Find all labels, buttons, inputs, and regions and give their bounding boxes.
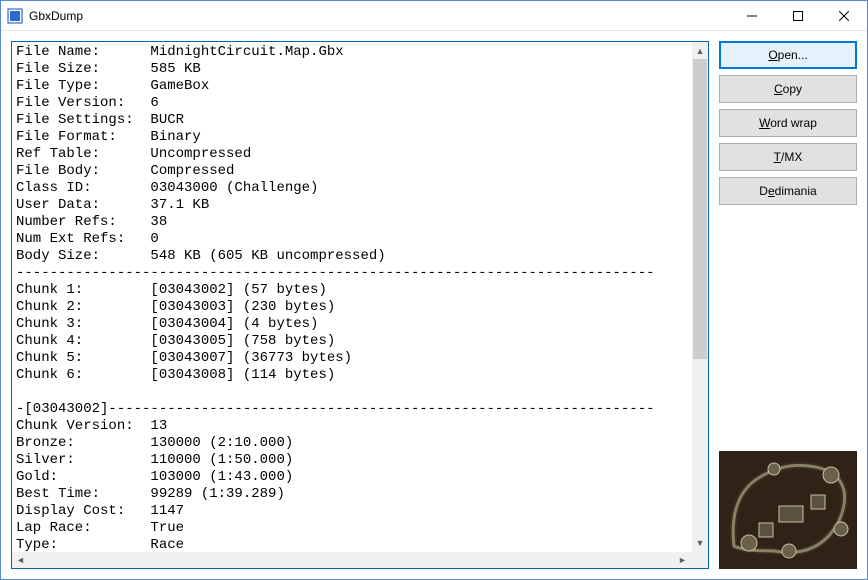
- scroll-up-arrow-icon[interactable]: ▲: [692, 42, 708, 59]
- horizontal-scrollbar[interactable]: ◄ ►: [12, 551, 708, 568]
- dump-text-area[interactable]: File Name: MidnightCircuit.Map.Gbx File …: [12, 42, 708, 568]
- copy-button[interactable]: Copy: [719, 75, 857, 103]
- dump-text: File Name: MidnightCircuit.Map.Gbx File …: [12, 42, 708, 556]
- dedimania-button[interactable]: Dedimania: [719, 177, 857, 205]
- vertical-scrollbar[interactable]: ▲ ▼: [691, 42, 708, 551]
- dump-pane: File Name: MidnightCircuit.Map.Gbx File …: [11, 41, 709, 569]
- app-icon: [7, 8, 23, 24]
- minimize-button[interactable]: [729, 1, 775, 31]
- scroll-down-arrow-icon[interactable]: ▼: [692, 534, 708, 551]
- vertical-scroll-thumb[interactable]: [693, 59, 707, 359]
- window-title: GbxDump: [29, 9, 729, 23]
- side-panel: Open... Copy Word wrap T/MX Dedimania: [719, 41, 857, 569]
- map-thumbnail: [719, 451, 857, 569]
- tmx-button[interactable]: T/MX: [719, 143, 857, 171]
- word-wrap-button[interactable]: Word wrap: [719, 109, 857, 137]
- scrollbar-corner: [691, 551, 708, 568]
- client-area: File Name: MidnightCircuit.Map.Gbx File …: [1, 31, 867, 579]
- scroll-right-arrow-icon[interactable]: ►: [674, 552, 691, 568]
- maximize-button[interactable]: [775, 1, 821, 31]
- scroll-left-arrow-icon[interactable]: ◄: [12, 552, 29, 568]
- close-button[interactable]: [821, 1, 867, 31]
- titlebar[interactable]: GbxDump: [1, 1, 867, 31]
- app-window: GbxDump File Name: MidnightCircuit.Map.G…: [0, 0, 868, 580]
- open-button[interactable]: Open...: [719, 41, 857, 69]
